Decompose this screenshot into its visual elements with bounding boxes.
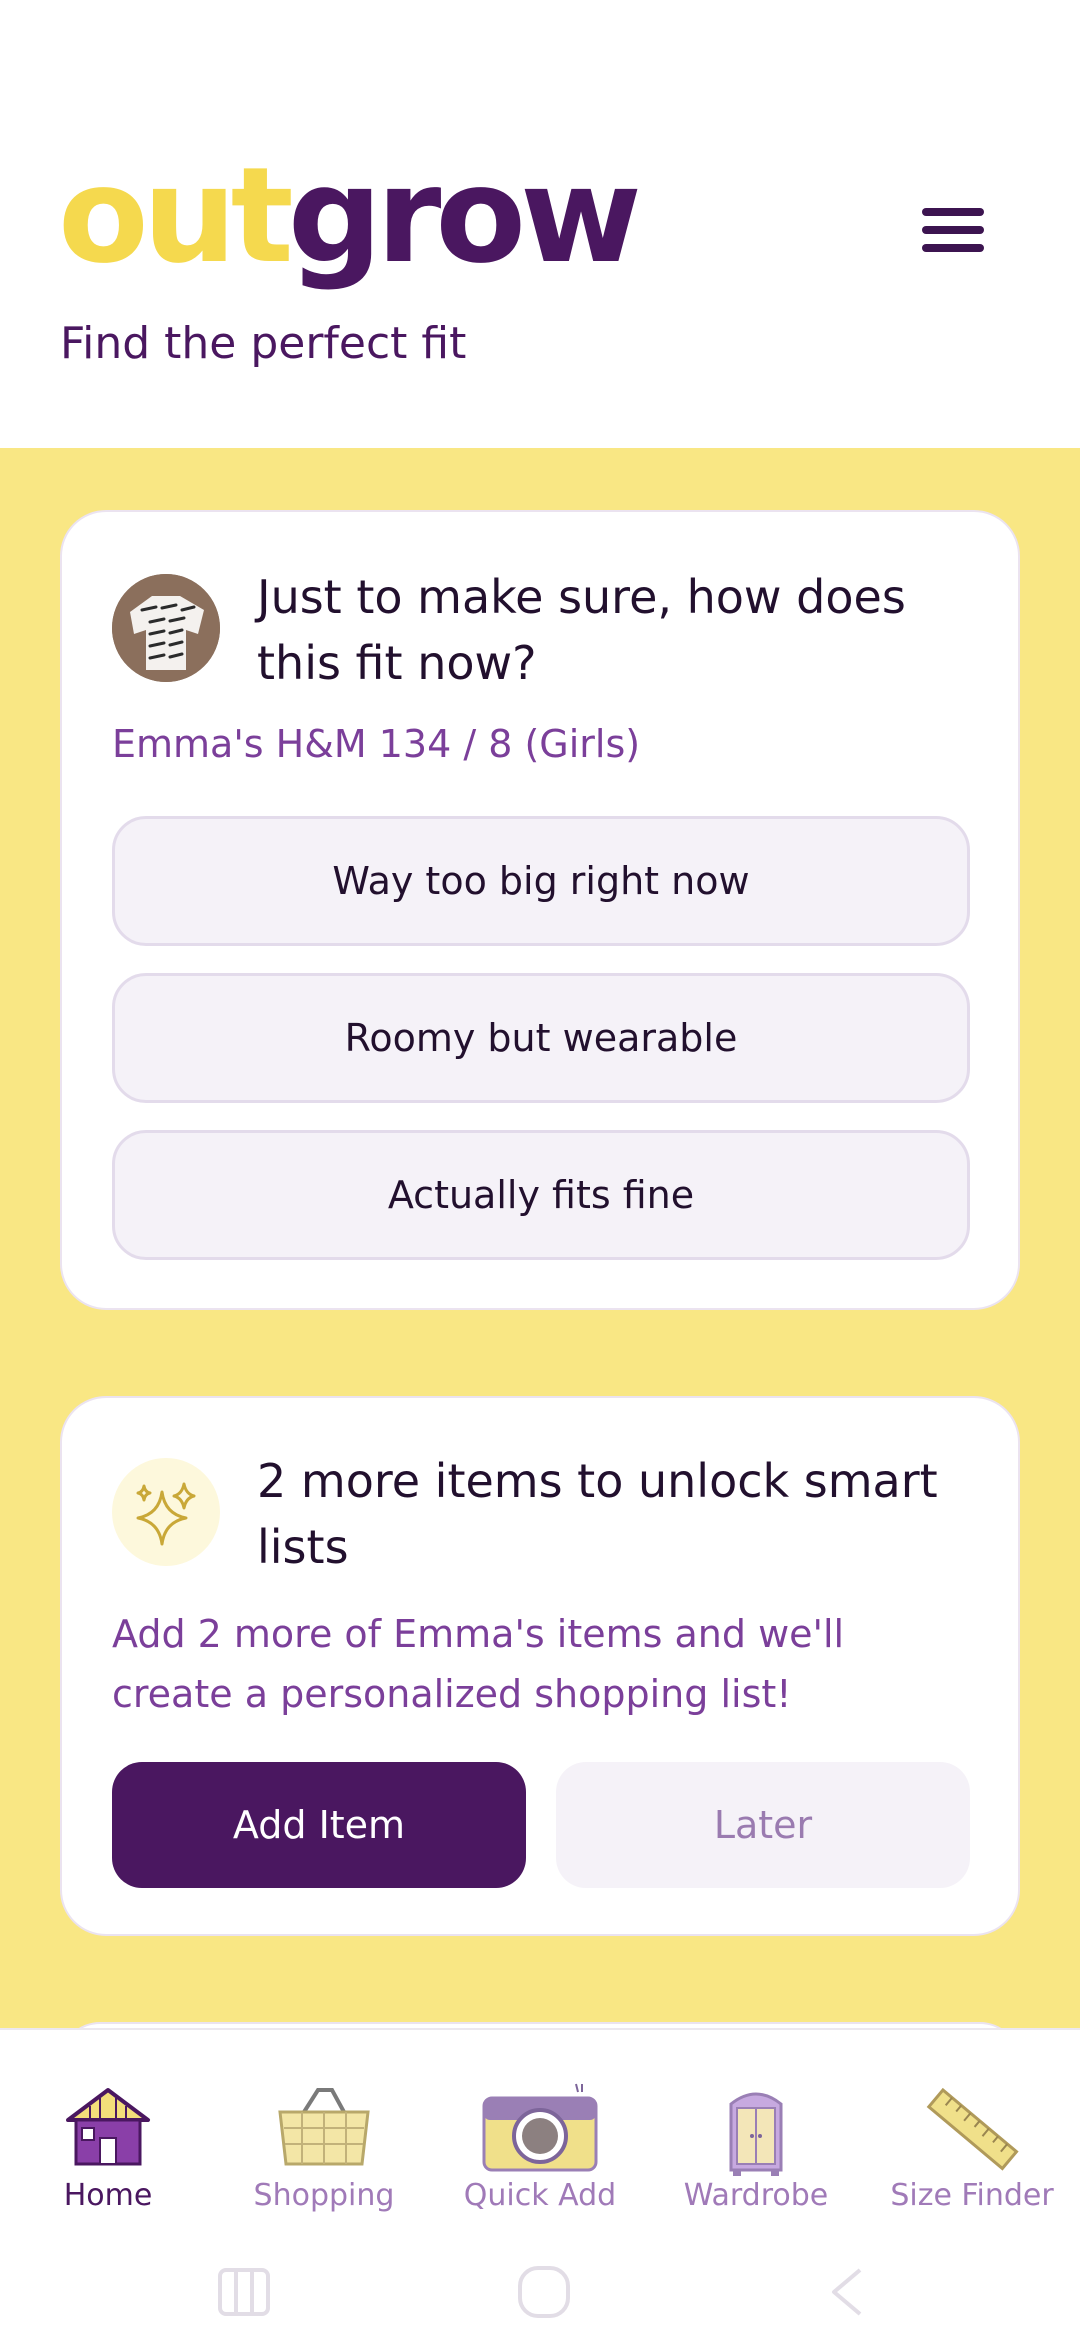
ruler-icon [922,2082,1022,2182]
item-photo [112,574,220,682]
nav-home-label: Home [63,2178,153,2213]
nav-size-finder-label: Size Finder [890,2178,1054,2213]
nav-shopping-label: Shopping [253,2178,395,2213]
nav-quick-add-label: Quick Add [463,2178,617,2213]
home-button-icon[interactable] [516,2264,572,2324]
nav-home[interactable]: Home [0,2030,216,2230]
sparkles-icon [112,1458,220,1566]
back-icon[interactable] [826,2266,866,2322]
fit-option-too-big-button[interactable]: Way too big right now [112,816,970,946]
promo-title: 2 more items to unlock smart lists [257,1454,938,1574]
app-logo: outgrow [58,139,642,293]
bottom-nav: Home Shopping Quick Add Wardrobe Size Fi… [0,2028,1080,2340]
hamburger-menu-icon[interactable] [918,202,988,262]
recent-apps-icon[interactable] [218,2266,270,2322]
fit-option-roomy-button[interactable]: Roomy but wearable [112,973,970,1103]
nav-quick-add[interactable]: Quick Add [432,2030,648,2230]
item-description: Emma's H&M 134 / 8 (Girls) [112,722,641,766]
fit-check-card: Just to make sure, how does this fit now… [60,510,1020,1310]
fit-option-fits-fine-button[interactable]: Actually fits fine [112,1130,970,1260]
nav-size-finder[interactable]: Size Finder [864,2030,1080,2230]
promo-body: Add 2 more of Emma's items and we'll cre… [112,1612,845,1716]
app-header: outgrow Find the perfect fit [0,0,1080,448]
add-item-button[interactable]: Add Item [112,1762,526,1888]
later-button[interactable]: Later [556,1762,970,1888]
basket-icon [274,2082,374,2172]
nav-wardrobe[interactable]: Wardrobe [648,2030,864,2230]
fit-question-title: Just to make sure, how does this fit now… [257,570,906,690]
tagline: Find the perfect fit [60,318,467,369]
nav-shopping[interactable]: Shopping [216,2030,432,2230]
smart-lists-promo-card: 2 more items to unlock smart lists Add 2… [60,1396,1020,1936]
nav-wardrobe-label: Wardrobe [683,2178,829,2213]
system-navigation-bar [0,2230,1080,2340]
camera-icon [482,2082,598,2176]
wardrobe-icon [721,2082,791,2182]
house-icon [60,2082,156,2172]
